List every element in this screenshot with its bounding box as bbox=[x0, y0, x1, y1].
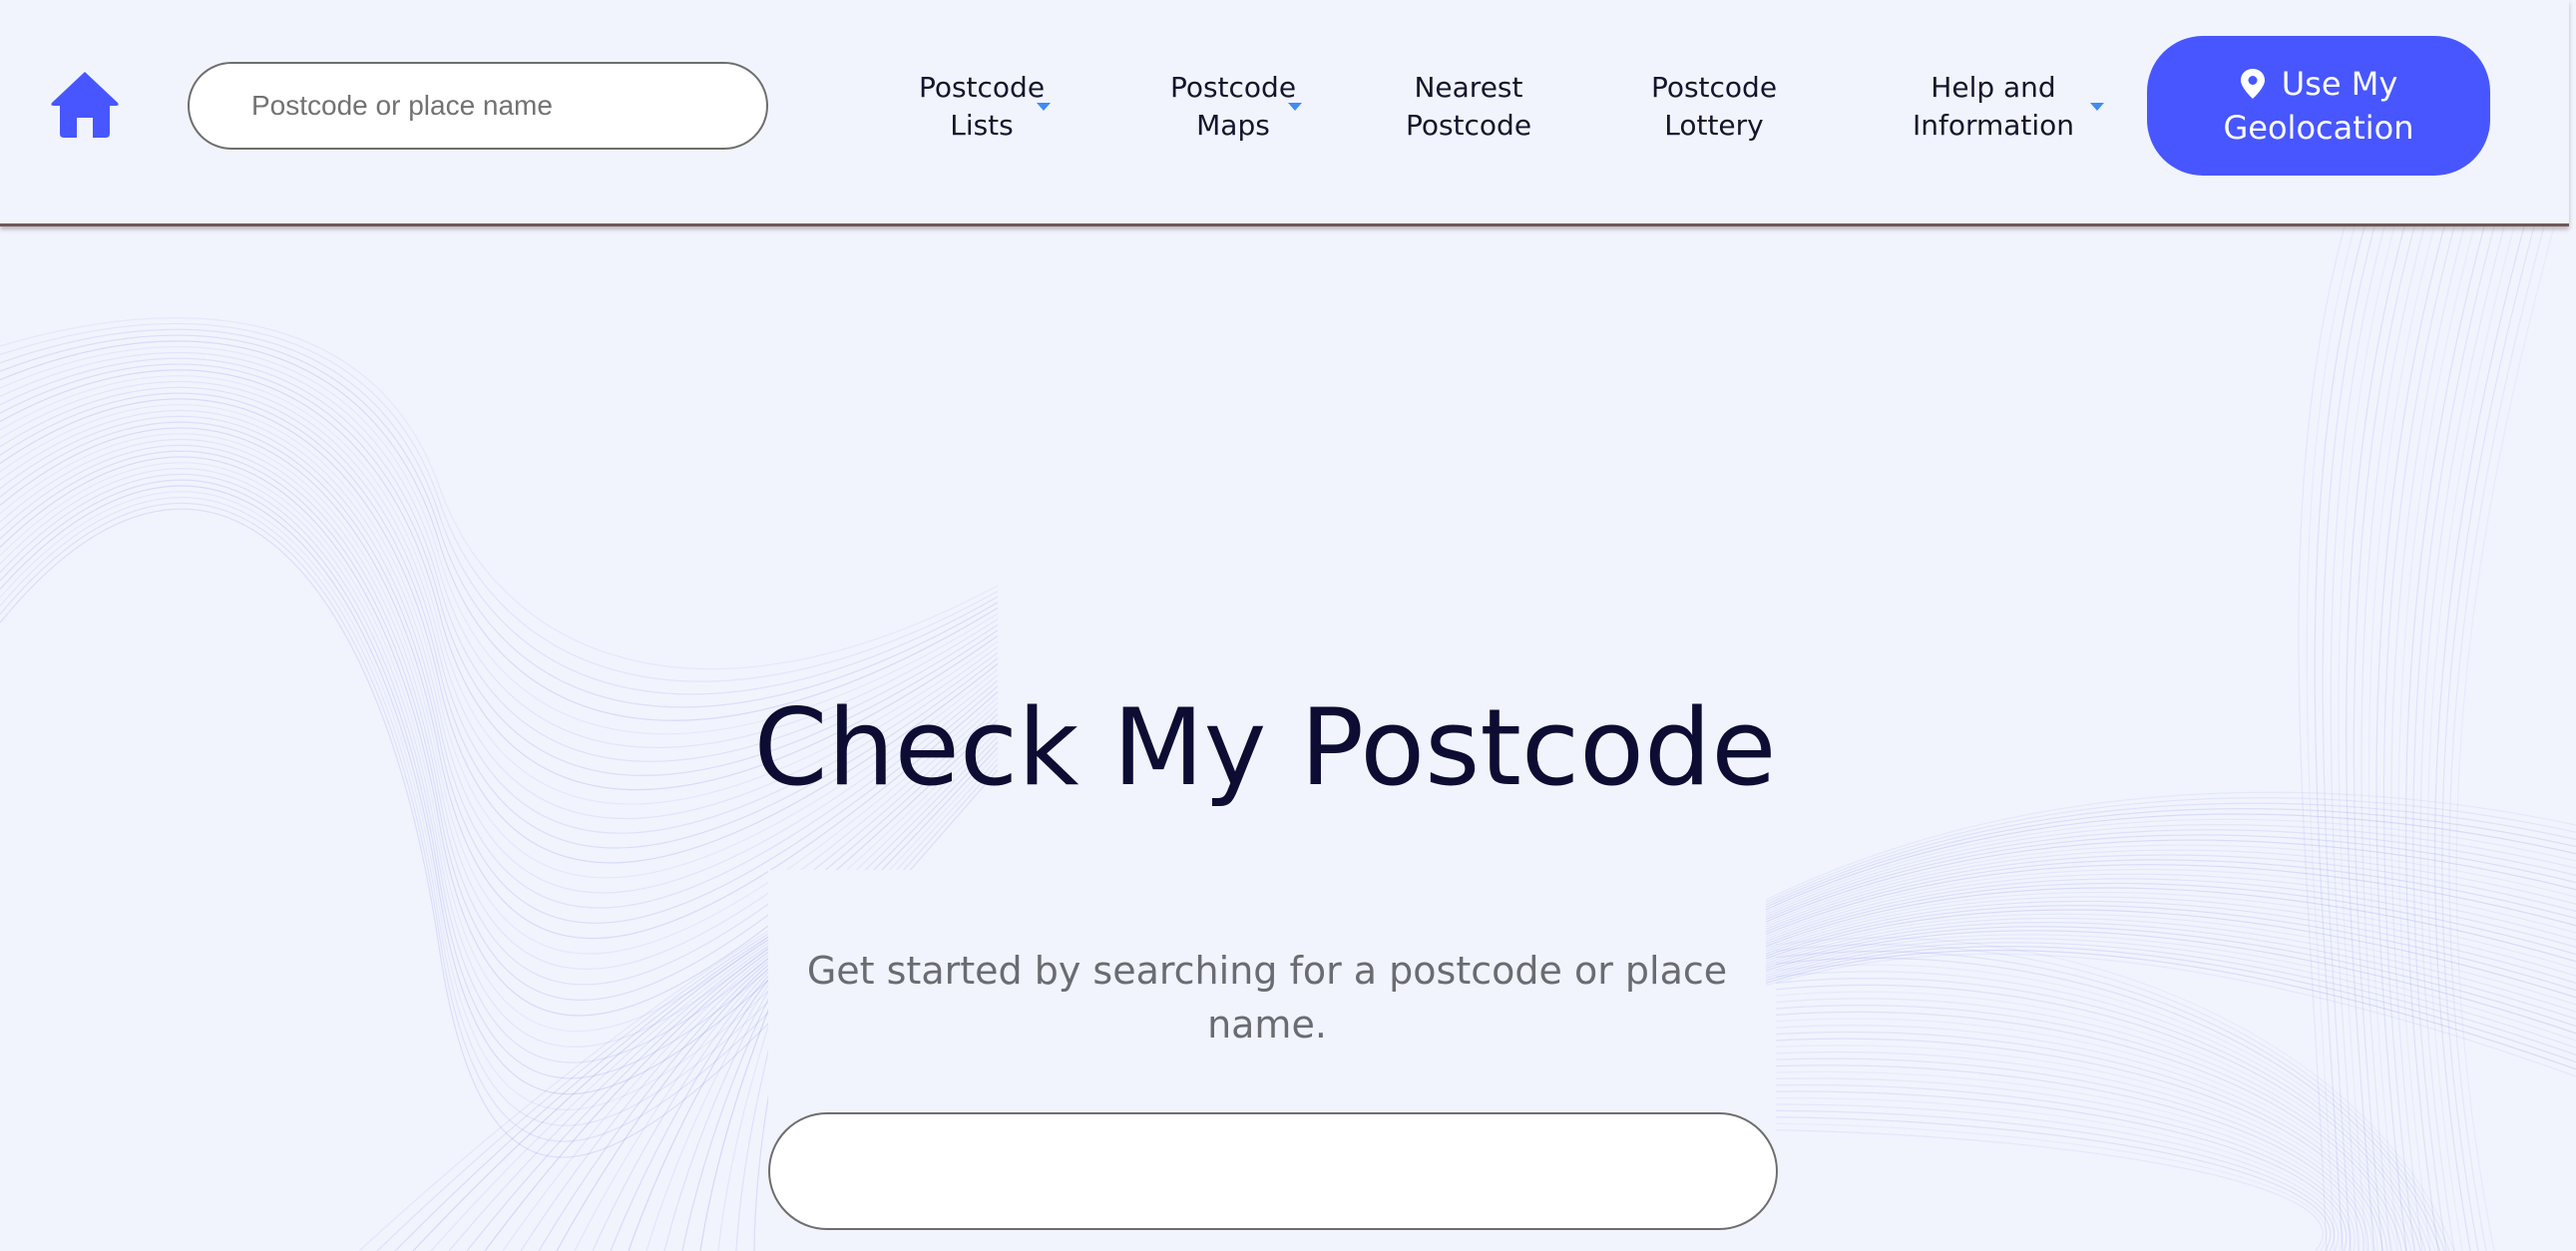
wave-line bbox=[0, 340, 999, 721]
wave-line bbox=[1775, 1129, 2324, 1251]
caret-down-icon bbox=[2089, 102, 2105, 112]
wave-line bbox=[0, 328, 999, 695]
nav-help-and-information-label: Help and Information bbox=[1912, 71, 2075, 142]
caret-down-icon bbox=[1036, 102, 1052, 112]
page-title: Check My Postcode bbox=[753, 686, 1777, 809]
wave-line bbox=[2314, 226, 2365, 1251]
wave-line bbox=[0, 334, 999, 708]
caret-down-icon bbox=[1287, 102, 1303, 112]
use-my-geolocation-button[interactable]: Use My Geolocation bbox=[2147, 36, 2490, 176]
wave-line bbox=[2404, 226, 2485, 1251]
home-button[interactable] bbox=[48, 68, 122, 142]
wave-line bbox=[2338, 226, 2395, 1251]
nav-help-and-information[interactable]: Help and Information bbox=[1876, 62, 2111, 152]
wave-line bbox=[2455, 226, 2555, 1251]
wave-line bbox=[0, 421, 999, 924]
wave-line bbox=[2367, 226, 2435, 1251]
wave-line bbox=[1775, 1031, 2388, 1251]
wave-line bbox=[2298, 226, 2346, 1251]
wave-line bbox=[0, 346, 999, 735]
nav-nearest-postcode[interactable]: Nearest Postcode bbox=[1389, 62, 1548, 152]
wave-line bbox=[1775, 1096, 2343, 1251]
map-pin-icon bbox=[2240, 68, 2266, 100]
wave-line bbox=[1775, 1050, 2374, 1251]
wave-line bbox=[556, 957, 779, 1251]
wave-line bbox=[681, 978, 779, 1251]
wave-line bbox=[1755, 824, 2576, 920]
nav-postcode-lists-label: Postcode Lists bbox=[918, 71, 1046, 142]
wave-line bbox=[2441, 226, 2535, 1251]
hero-subtitle: Get started by searching for a postcode … bbox=[806, 949, 1728, 1046]
nav-postcode-maps-label: Postcode Maps bbox=[1169, 71, 1297, 142]
wave-line bbox=[1775, 1011, 2402, 1251]
wave-line bbox=[1775, 944, 2450, 1251]
wave-line bbox=[0, 317, 999, 670]
nav-postcode-lists[interactable]: Postcode Lists bbox=[878, 62, 1085, 152]
wave-line bbox=[1775, 1109, 2336, 1251]
hero-search-input[interactable] bbox=[768, 1112, 1778, 1230]
nav-nearest-postcode-label: Nearest Postcode bbox=[1405, 71, 1532, 142]
wave-line bbox=[2426, 226, 2515, 1251]
site-header: Postcode Lists Postcode Maps Nearest Pos… bbox=[0, 0, 2569, 226]
home-icon bbox=[48, 68, 122, 142]
wave-line bbox=[1775, 1090, 2348, 1251]
header-search-input[interactable] bbox=[188, 62, 768, 150]
wave-line bbox=[1775, 1018, 2397, 1251]
nav-postcode-lottery[interactable]: Postcode Lottery bbox=[1634, 62, 1794, 152]
wave-line bbox=[1775, 951, 2445, 1251]
nav-postcode-maps[interactable]: Postcode Maps bbox=[1125, 62, 1341, 152]
geolocation-label-line1: Use My bbox=[2281, 65, 2398, 103]
nav-postcode-lottery-label: Postcode Lottery bbox=[1650, 71, 1778, 142]
geolocation-label-line2: Geolocation bbox=[2223, 109, 2414, 147]
